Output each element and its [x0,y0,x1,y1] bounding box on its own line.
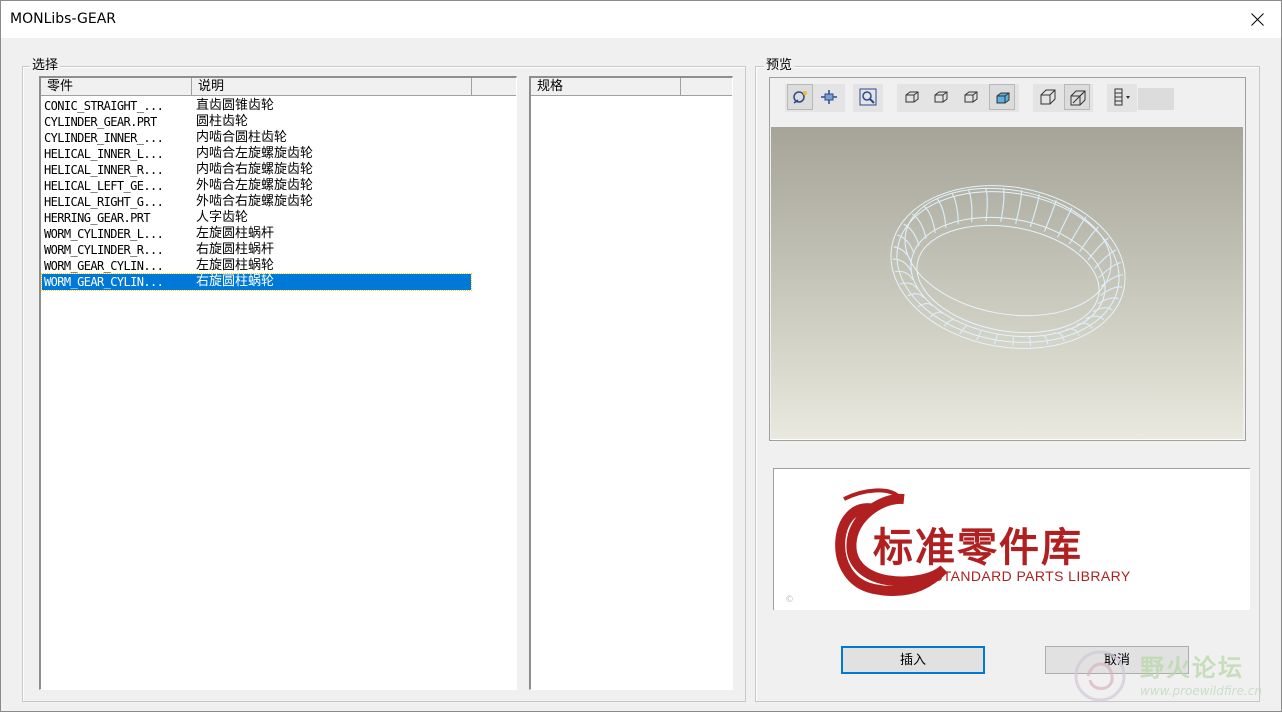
description-cell: 内啮合右旋螺旋齿轮 [196,162,314,177]
column-header-part[interactable]: 零件 [41,78,192,95]
part-name-cell: CYLINDER_GEAR.PRT [44,115,157,129]
gear-tooth-line [1079,226,1099,252]
description-cell: 外啮合右旋螺旋齿轮 [196,194,314,209]
part-name-cell: HELICAL_LEFT_GE... [44,179,164,193]
table-row[interactable]: CYLINDER_GEAR.PRT 圆柱齿轮 [42,114,512,130]
gear-tooth-line [1010,335,1014,347]
part-name-cell: WORM_CYLINDER_L... [44,227,164,241]
gear-tooth-line [1043,199,1057,232]
gear-wireframe-model [890,185,1126,349]
gear-tooth-line [1100,286,1123,296]
part-name-cell: CONIC_STRAIGHT_... [44,99,164,113]
parts-list-header: 零件 说明 [41,78,516,96]
description-cell: 直齿圆锥齿轮 [196,98,275,113]
part-name-cell: WORM_GEAR_CYLIN... [44,275,164,289]
watermark-text: 野火论坛 [1140,654,1244,682]
view-no-hidden-icon[interactable] [958,84,984,110]
table-row[interactable]: WORM_CYLINDER_L... 左旋圆柱蜗杆 [42,226,512,242]
table-row[interactable]: HERRING_GEAR.PRT 人字齿轮 [42,210,512,226]
view-shaded-icon[interactable] [989,84,1015,110]
table-row[interactable]: CYLINDER_INNER_... 内啮合圆柱齿轮 [42,130,512,146]
gear-tooth-line [1092,307,1113,313]
gear-tooth-line [1097,297,1119,305]
gear-tooth-line [1000,187,1005,222]
title-bar: MONLibs-GEAR [1,1,1281,38]
gear-tooth-line [895,270,914,281]
description-cell: 左旋圆柱蜗轮 [196,258,275,273]
part-name-cell: HELICAL_RIGHT_G... [44,195,164,209]
gear-tooth-line [1040,334,1049,345]
description-cell: 右旋圆柱蜗轮 [196,274,275,289]
close-icon[interactable] [1245,7,1271,33]
film-menu-icon[interactable] [1109,84,1135,110]
description-cell: 人字齿轮 [196,210,249,225]
column-header-spec-extra[interactable] [681,78,732,95]
preview-group-label: 预览 [764,58,795,73]
select-group-label: 选择 [30,58,61,73]
parts-list[interactable]: 零件 说明 CONIC_STRAIGHT_... 直齿圆锥齿轮 CYLINDER_G… [39,76,517,690]
gear-tooth-line [993,333,998,345]
part-name-cell: HERRING_GEAR.PRT [44,211,151,225]
model-preview-viewport[interactable] [771,127,1243,440]
orient-3d-icon[interactable] [1035,84,1061,110]
table-row[interactable]: HELICAL_RIGHT_G... 外啮合右旋螺旋齿轮 [42,194,512,210]
view-wireframe-icon[interactable] [899,84,925,110]
description-cell: 圆柱齿轮 [196,114,249,129]
spec-list-header: 规格 [531,78,732,96]
table-row[interactable]: HELICAL_INNER_L... 内啮合左旋螺旋齿轮 [42,146,512,162]
column-header-spec[interactable]: 规格 [531,78,681,95]
view-hidden-icon[interactable] [928,84,954,110]
orient-saved-icon[interactable] [1064,84,1090,110]
gear-tooth-line [976,329,983,340]
logo-chinese-title: 标准零件库 [873,524,1083,571]
gear-tooth-line [899,282,918,290]
logo-copyright-mark: © [785,595,794,605]
description-cell: 内啮合圆柱齿轮 [196,130,288,145]
column-header-extra[interactable] [472,78,516,95]
table-row[interactable]: WORM_GEAR_CYLIN... 右旋圆柱蜗轮 [41,273,472,291]
toolbar-spacer [1138,88,1174,110]
insert-button[interactable]: 插入 [841,646,985,674]
spin-icon[interactable] [787,84,813,110]
gear-tooth-line [985,187,988,222]
gear-tooth-line [936,198,947,229]
description-cell: 内啮合左旋螺旋齿轮 [196,146,314,161]
part-name-cell: CYLINDER_INNER_... [44,131,164,145]
column-header-description[interactable]: 说明 [192,78,472,95]
spec-list[interactable]: 规格 [529,76,733,690]
table-row[interactable]: HELICAL_LEFT_GE... 外啮合左旋螺旋齿轮 [42,178,512,194]
part-name-cell: WORM_GEAR_CYLIN... [44,259,164,273]
description-cell: 右旋圆柱蜗杆 [196,242,275,257]
part-name-cell: HELICAL_INNER_L... [44,147,164,161]
table-row[interactable]: WORM_CYLINDER_R... 右旋圆柱蜗杆 [42,242,512,258]
gear-tooth-line [1029,194,1040,228]
table-row[interactable]: CONIC_STRAIGHT_... 直齿圆锥齿轮 [42,98,512,114]
gear-tooth-line [967,189,973,223]
window-title: MONLibs-GEAR [10,11,117,27]
description-cell: 左旋圆柱蜗杆 [196,226,275,241]
table-row[interactable]: HELICAL_INNER_R... 内啮合右旋螺旋齿轮 [42,162,512,178]
part-name-cell: WORM_CYLINDER_R... [44,243,164,257]
gear-tooth-line [1015,190,1023,224]
zoom-window-icon[interactable] [855,84,881,110]
gear-tooth-line [951,192,959,225]
gear-tooth-line [1068,216,1087,245]
logo-english-title: STANDARD PARTS LIBRARY [933,568,1131,584]
gear-tooth-line [893,258,912,272]
pan-icon[interactable] [816,84,842,110]
watermark-url: www.proewildfire.cn [1140,684,1262,698]
gear-tooth-line [1025,335,1032,347]
description-cell: 外啮合左旋螺旋齿轮 [196,178,314,193]
gear-tooth-line [1076,322,1093,329]
part-name-cell: HELICAL_INNER_R... [44,163,164,177]
table-row[interactable]: WORM_GEAR_CYLIN... 左旋圆柱蜗轮 [42,258,512,274]
gear-tooth-line [1056,207,1073,238]
